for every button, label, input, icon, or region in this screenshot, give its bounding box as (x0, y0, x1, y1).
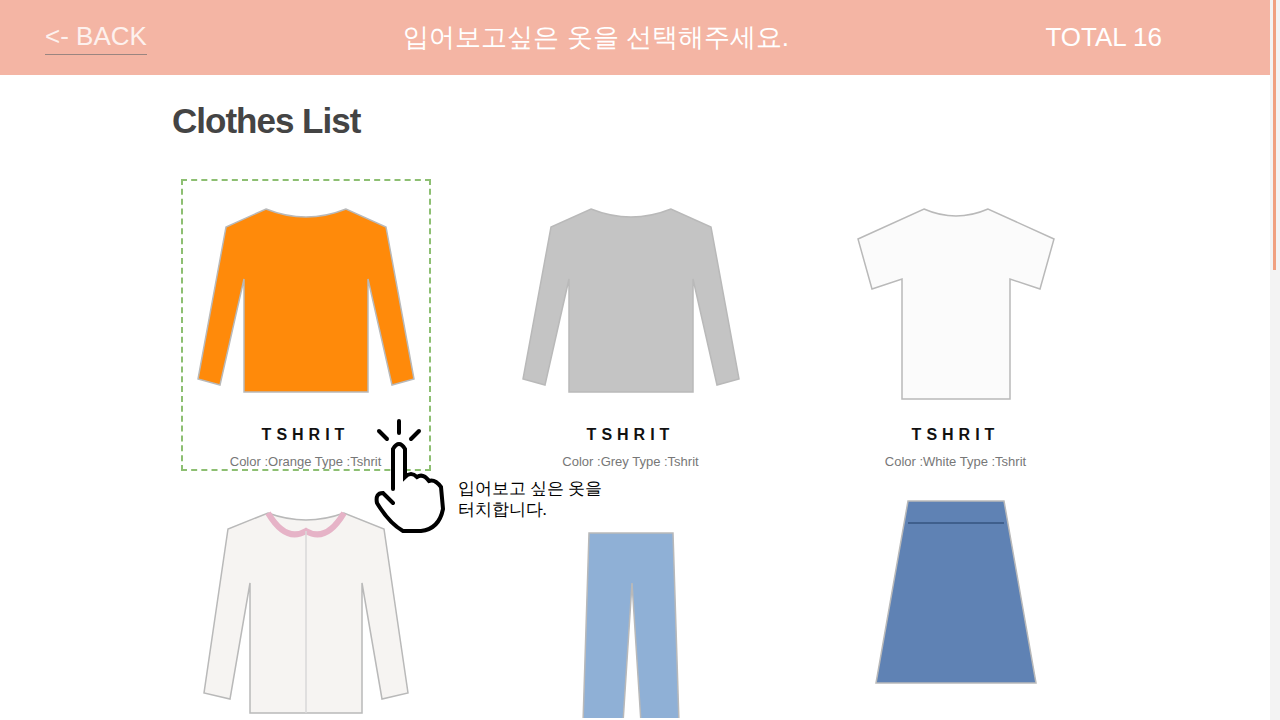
clothes-cell: TSHRIT Color :White Type :Tshrit (793, 179, 1118, 471)
cardigan-icon (186, 483, 426, 718)
clothes-caption: Color :Grey Type :Tshrit (562, 454, 698, 469)
tee-icon (836, 187, 1076, 422)
scrollbar-thumb[interactable] (1273, 0, 1276, 270)
header-bar: <- BACK 입어보고싶은 옷을 선택해주세요. TOTAL 16 (0, 0, 1270, 75)
clothes-grid: TSHRIT Color :Orange Type :Tshrit 입어보고 싶… (143, 179, 1270, 720)
jeans-icon (511, 483, 751, 718)
header-title: 입어보고싶은 옷을 선택해주세요. (147, 20, 1046, 55)
clothes-caption: Color :White Type :Tshrit (885, 454, 1026, 469)
main-area: <- BACK 입어보고싶은 옷을 선택해주세요. TOTAL 16 Cloth… (0, 0, 1270, 720)
clothes-card[interactable]: TSHRIT Color :Grey Type :Tshrit (506, 179, 756, 471)
clothes-card[interactable] (181, 475, 431, 720)
clothes-card[interactable]: TSHRIT Color :Orange Type :Tshrit 입어보고 싶… (181, 179, 431, 471)
sweatshirt-icon (186, 187, 426, 422)
clothes-cell: TSHRIT Color :Orange Type :Tshrit 입어보고 싶… (143, 179, 468, 471)
clothes-card[interactable] (506, 475, 756, 720)
clothes-caption: Color :Orange Type :Tshrit (230, 454, 382, 469)
page: <- BACK 입어보고싶은 옷을 선택해주세요. TOTAL 16 Cloth… (0, 0, 1280, 720)
clothes-cell: TSHRIT Color :Grey Type :Tshrit (468, 179, 793, 471)
clothes-cell (143, 475, 468, 720)
page-title: Clothes List (172, 101, 1270, 141)
clothes-card[interactable] (831, 475, 1081, 720)
scrollbar[interactable] (1270, 0, 1280, 720)
clothes-cell (468, 475, 793, 720)
total-count: TOTAL 16 (1045, 22, 1162, 53)
clothes-title: TSHRIT (587, 426, 675, 444)
clothes-cell (793, 475, 1118, 720)
clothes-card[interactable]: TSHRIT Color :White Type :Tshrit (831, 179, 1081, 471)
skirt-icon (836, 483, 1076, 718)
clothes-title: TSHRIT (912, 426, 1000, 444)
tap-hand-icon (369, 419, 449, 539)
back-button[interactable]: <- BACK (45, 21, 147, 55)
clothes-title: TSHRIT (262, 426, 350, 444)
sweatshirt-icon (511, 187, 751, 422)
hint-text: 입어보고 싶은 옷을 터치합니다. (458, 478, 638, 521)
